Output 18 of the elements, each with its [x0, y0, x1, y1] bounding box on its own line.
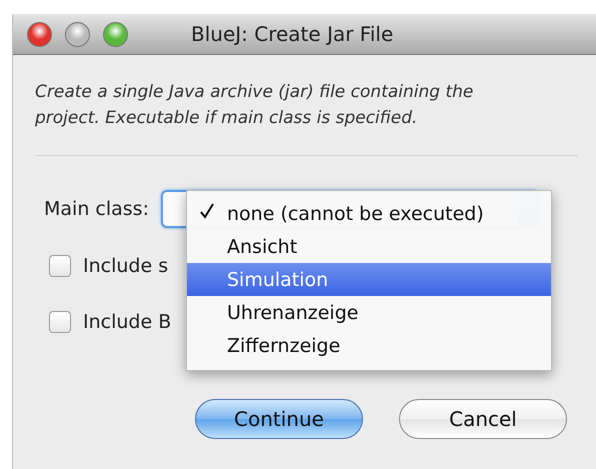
- checkbox-label: Include s: [83, 255, 168, 277]
- zoom-icon[interactable]: [103, 22, 128, 46]
- menu-item[interactable]: Ziffernzeige: [187, 329, 551, 362]
- menu-item[interactable]: Ansicht: [187, 230, 551, 263]
- cancel-button[interactable]: Cancel: [399, 399, 567, 439]
- description-text: Create a single Java archive (jar) file containing the project. Executable if main class is specified.: [35, 81, 474, 130]
- main-class-label: Main class:: [44, 198, 149, 220]
- checkbox[interactable]: [49, 255, 71, 277]
- continue-button[interactable]: Continue: [195, 399, 363, 439]
- menu-item[interactable]: Uhrenanzeige: [187, 296, 551, 329]
- window-title: BlueJ: Create Jar File: [191, 22, 394, 46]
- menu-item[interactable]: Simulation: [187, 263, 551, 296]
- checkmark-icon: [200, 203, 214, 219]
- menu-item[interactable]: none (cannot be executed): [187, 197, 551, 230]
- close-icon[interactable]: [27, 22, 52, 46]
- minimize-icon[interactable]: [65, 22, 90, 46]
- checkbox-label: Include B: [83, 311, 172, 333]
- checkbox[interactable]: [49, 311, 71, 333]
